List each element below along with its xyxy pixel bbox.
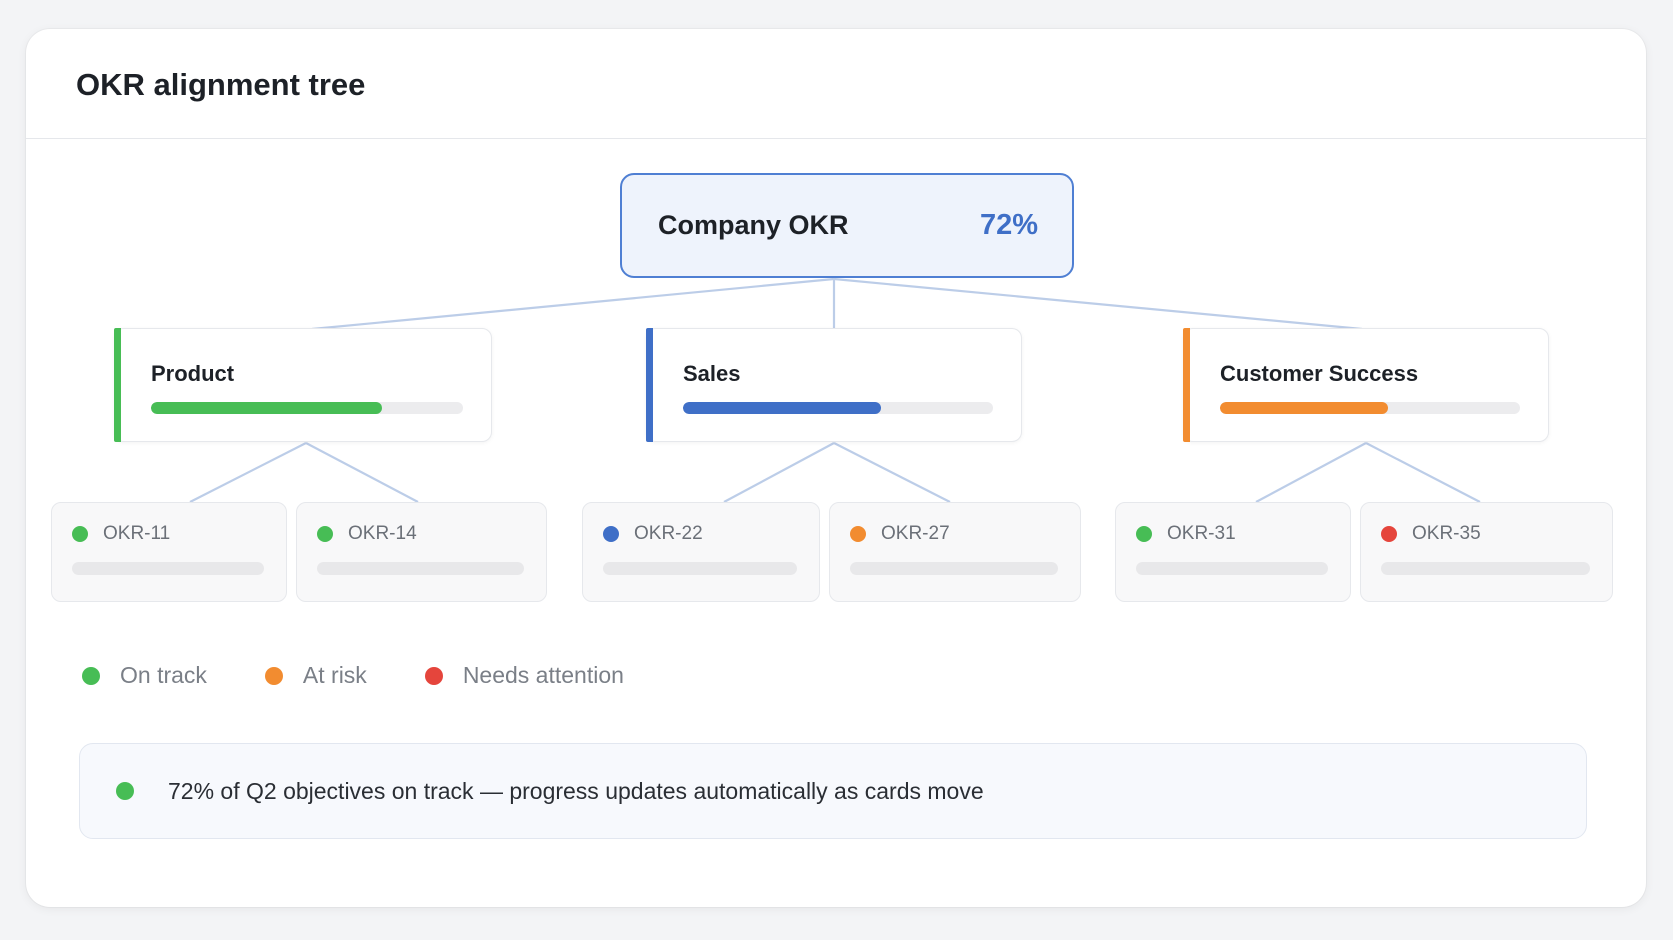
okr-id: OKR-14 [348,523,417,544]
team-accent [114,328,121,442]
okr-card-okr-14[interactable]: OKR-14 [296,502,547,602]
legend-dot [82,666,100,685]
team-card-customer-success[interactable]: Customer Success [1183,328,1549,442]
legend-label: On track [120,662,207,688]
team-progress-fill [683,402,882,414]
okr-id: OKR-31 [1167,523,1236,544]
status-dot [1381,526,1397,542]
legend-item-at-risk: At risk [264,662,367,689]
team-progress-track [683,402,993,414]
okr-placeholder-bar [317,562,524,575]
okr-id: OKR-11 [103,523,171,544]
okr-placeholder-bar [1136,562,1328,575]
okr-placeholder-bar [72,562,264,575]
legend-label: Needs attention [462,662,624,688]
team-accent [1183,328,1190,442]
connector-sales-okr-22 [723,442,835,503]
legend-label: At risk [302,662,367,688]
connector-product-okr-11 [189,442,307,503]
team-progress-track [151,402,463,414]
connector-product-okr-14 [305,442,419,503]
status-legend: On track At risk Needs attention [82,662,682,689]
connector-cs-okr-35 [1365,442,1481,503]
summary-banner: 72% of Q2 objectives on track — progress… [79,743,1587,839]
connector-sales-okr-27 [833,442,951,503]
status-dot [603,526,619,542]
okr-id: OKR-27 [881,523,950,544]
legend-item-needs-attention: Needs attention [424,662,624,689]
team-card-product[interactable]: Product [114,328,492,442]
legend-item-on-track: On track [82,662,207,689]
okr-card-okr-27[interactable]: OKR-27 [829,502,1081,602]
legend-dot [424,666,443,685]
team-progress-fill [151,402,382,414]
company-okr-value: 72% [979,209,1038,241]
team-name: Sales [683,361,741,386]
summary-status-dot [116,782,134,800]
team-name: Product [151,361,235,386]
connector-root-product [311,277,835,331]
connector-root-customer-success [833,277,1363,331]
summary-text: 72% of Q2 objectives on track — progress… [168,777,984,804]
okr-card-okr-11[interactable]: OKR-11 [51,502,287,602]
okr-id: OKR-35 [1412,523,1481,544]
team-name: Customer Success [1220,361,1419,386]
team-progress-track [1220,402,1520,414]
status-dot [850,526,866,542]
okr-id: OKR-22 [634,523,703,544]
okr-placeholder-bar [603,562,797,575]
company-okr-label: Company OKR [658,210,849,240]
okr-placeholder-bar [850,562,1058,575]
team-card-sales[interactable]: Sales [646,328,1022,442]
legend-dot [264,666,283,685]
status-dot [72,526,88,542]
okr-card-okr-22[interactable]: OKR-22 [582,502,820,602]
okr-placeholder-bar [1381,562,1590,575]
okr-card-okr-35[interactable]: OKR-35 [1360,502,1613,602]
status-dot [1136,526,1152,542]
status-dot [317,526,333,542]
okr-panel: OKR alignment tree Company OKR 72% Produ… [26,29,1646,907]
team-progress-fill [1220,402,1388,414]
team-accent [646,328,653,442]
okr-card-okr-31[interactable]: OKR-31 [1115,502,1351,602]
connector-cs-okr-31 [1255,442,1367,503]
company-okr-node[interactable]: Company OKR 72% [620,173,1074,278]
